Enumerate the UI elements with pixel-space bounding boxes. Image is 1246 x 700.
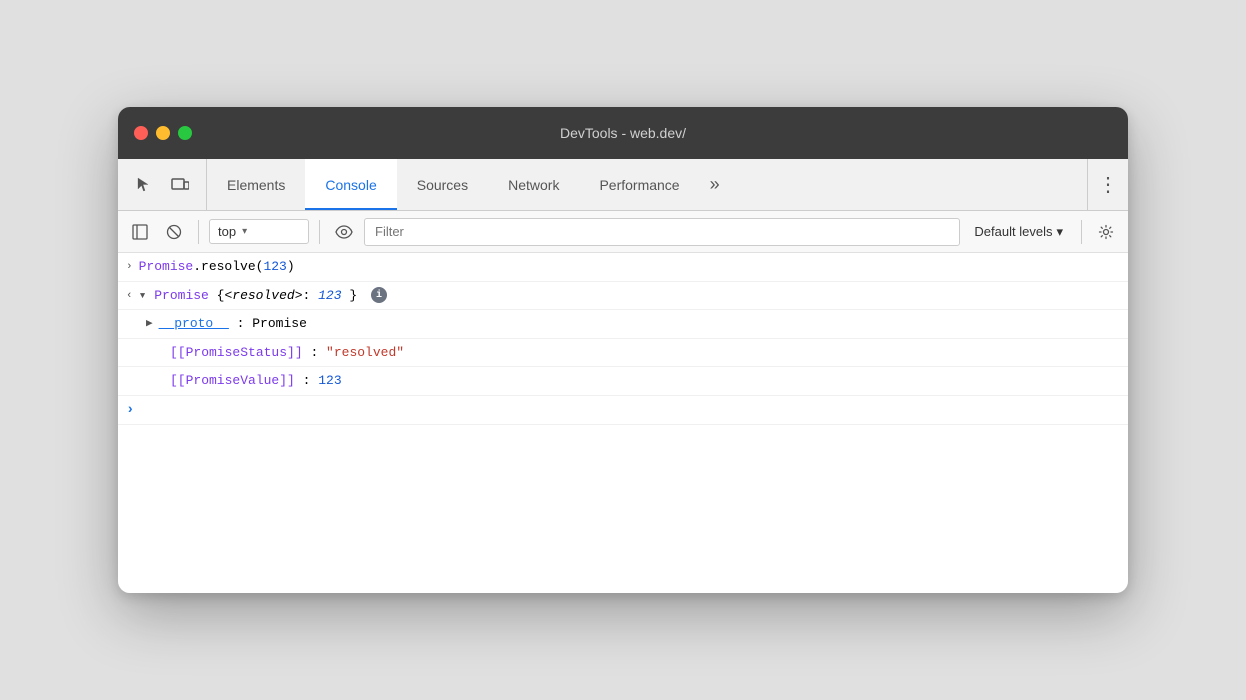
- console-toolbar: top ▾ Default levels ▾: [118, 211, 1128, 253]
- console-output-text: ▾ Promise {<resolved>: 123 } i: [139, 286, 1120, 306]
- live-expressions-button[interactable]: [330, 218, 358, 246]
- tab-sources[interactable]: Sources: [397, 159, 488, 210]
- context-dropdown-arrow: ▾: [242, 226, 247, 237]
- more-tabs-button[interactable]: »: [700, 159, 730, 210]
- window-title: DevTools - web.dev/: [560, 125, 686, 141]
- tabs-bar: Elements Console Sources Network Perform…: [118, 159, 1128, 211]
- expand-toggle[interactable]: ▾: [139, 288, 147, 303]
- proto-link[interactable]: __proto__: [159, 316, 229, 331]
- cursor-caret: ›: [126, 402, 134, 418]
- context-selector[interactable]: top ▾: [209, 219, 309, 244]
- sidebar-toggle-button[interactable]: [126, 218, 154, 246]
- info-badge: i: [371, 287, 387, 303]
- devtools-menu-button[interactable]: ⋮: [1087, 159, 1128, 210]
- proto-text: __proto__ : Promise: [159, 314, 1120, 334]
- maximize-button[interactable]: [178, 126, 192, 140]
- toolbar-icons: [118, 159, 207, 210]
- toolbar-divider-3: [1081, 220, 1082, 244]
- console-settings-button[interactable]: [1092, 218, 1120, 246]
- console-output: › Promise.resolve(123) ‹ ▾ Promise {<res…: [118, 253, 1128, 593]
- promise-status-line: [[PromiseStatus]] : "resolved": [118, 339, 1128, 368]
- promise-value-line: [[PromiseValue]] : 123: [118, 367, 1128, 396]
- tab-performance[interactable]: Performance: [579, 159, 699, 210]
- responsive-icon[interactable]: [166, 171, 194, 199]
- back-chevron: ‹: [126, 288, 133, 305]
- toolbar-divider: [198, 220, 199, 244]
- log-levels-selector[interactable]: Default levels ▾: [966, 220, 1071, 244]
- tab-elements[interactable]: Elements: [207, 159, 305, 210]
- promise-value-text: [[PromiseValue]] : 123: [170, 371, 1120, 391]
- close-button[interactable]: [134, 126, 148, 140]
- console-input-text: Promise.resolve(123): [139, 257, 1120, 277]
- tab-console[interactable]: Console: [305, 159, 396, 210]
- promise-status-text: [[PromiseStatus]] : "resolved": [170, 343, 1120, 363]
- traffic-lights: [134, 126, 192, 140]
- input-chevron: ›: [126, 259, 133, 276]
- console-input-line: › Promise.resolve(123): [118, 253, 1128, 282]
- minimize-button[interactable]: [156, 126, 170, 140]
- filter-input[interactable]: [364, 218, 960, 246]
- proto-line: ▶ __proto__ : Promise: [118, 310, 1128, 339]
- proto-expand[interactable]: ▶: [146, 316, 153, 333]
- tab-network[interactable]: Network: [488, 159, 579, 210]
- title-bar: DevTools - web.dev/: [118, 107, 1128, 159]
- console-output-header: ‹ ▾ Promise {<resolved>: 123 } i: [118, 282, 1128, 311]
- clear-console-button[interactable]: [160, 218, 188, 246]
- context-label: top: [218, 224, 236, 239]
- cursor-icon[interactable]: [130, 171, 158, 199]
- devtools-window: DevTools - web.dev/ Elements Console: [118, 107, 1128, 593]
- toolbar-divider-2: [319, 220, 320, 244]
- console-cursor-line[interactable]: ›: [118, 396, 1128, 425]
- tabs-list: Elements Console Sources Network Perform…: [207, 159, 1087, 210]
